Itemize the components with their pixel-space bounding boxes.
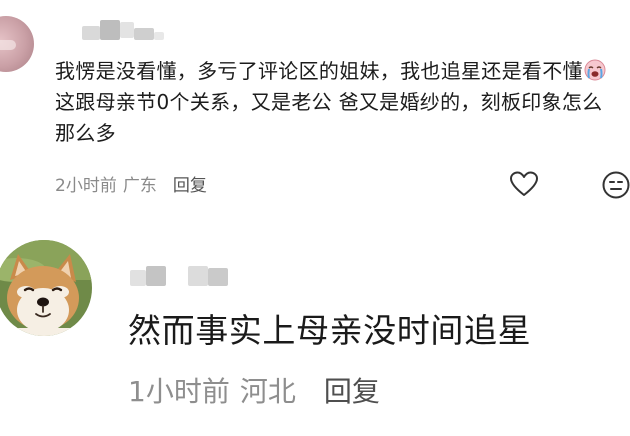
- avatar[interactable]: [0, 240, 92, 336]
- comment-location: 河北: [239, 375, 296, 408]
- comment-text-part2: 这跟母亲节0个关系，又是老公 爸又是婚纱的，刻板印象怎么那么多: [55, 90, 603, 145]
- comment-meta: 2小时前 广东 回复: [55, 171, 207, 196]
- username-redacted[interactable]: [130, 266, 230, 286]
- shiba-inu-dog-icon: [0, 240, 92, 336]
- comment-meta: 1小时前 河北 回复: [128, 370, 380, 410]
- comment-location: 广东: [122, 176, 157, 196]
- crying-face-icon: [584, 59, 606, 81]
- avatar[interactable]: [0, 16, 34, 72]
- comment-time: 1小时前: [128, 375, 230, 408]
- heart-icon[interactable]: [509, 170, 539, 198]
- comment-text-part1: 我愣是没看懂，多亏了评论区的姐妹，我也追星还是看不懂: [55, 59, 583, 83]
- comment-time: 2小时前: [55, 176, 117, 196]
- reply-button[interactable]: 回复: [173, 176, 207, 196]
- reply-button[interactable]: 回复: [324, 375, 380, 408]
- comment-text: 我愣是没看懂，多亏了评论区的姐妹，我也追星还是看不懂 这跟母亲节0个关系，又是老…: [55, 56, 620, 149]
- expressionless-face-icon[interactable]: [601, 170, 630, 200]
- comment-text: 然而事实上母亲没时间追星: [128, 311, 532, 350]
- username-redacted[interactable]: [82, 20, 166, 42]
